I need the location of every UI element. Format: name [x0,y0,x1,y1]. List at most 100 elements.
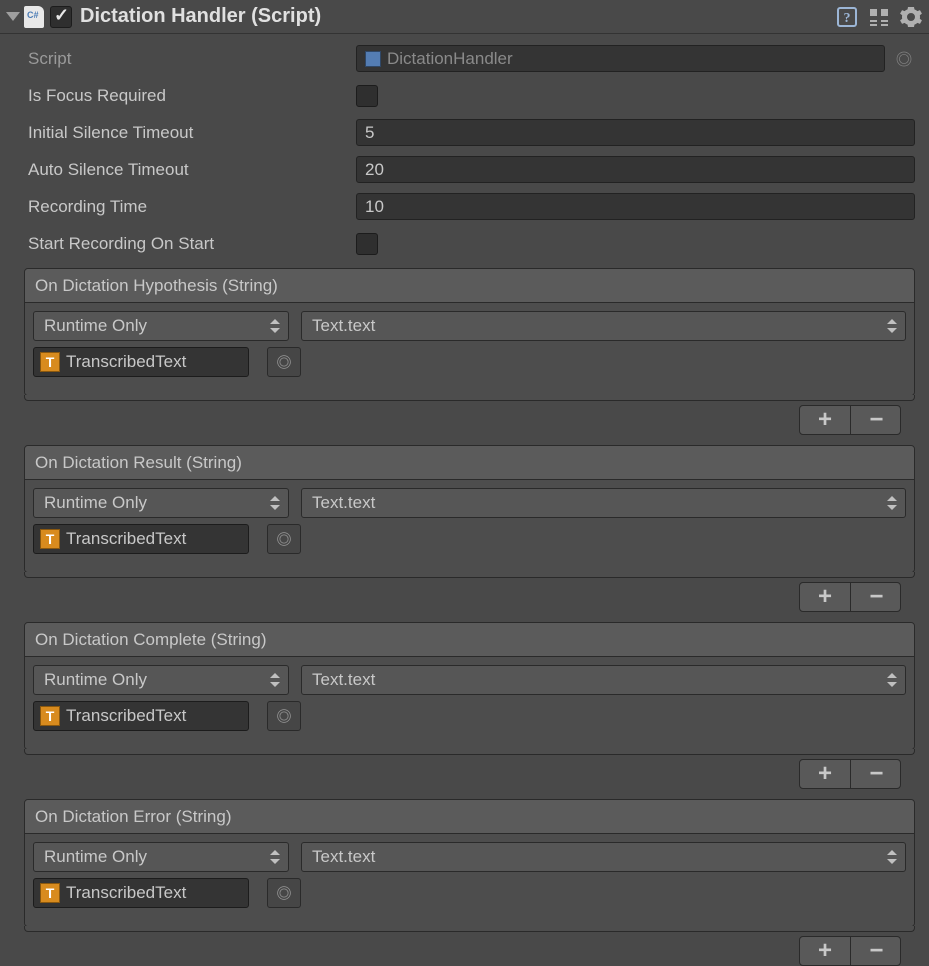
properties: Script DictationHandler Is Focus Require… [0,34,929,264]
target-object-field[interactable]: T TranscribedText [33,347,249,377]
text-component-icon: T [40,883,60,903]
event-header[interactable]: On Dictation Result (String) [25,446,914,480]
object-picker-icon[interactable] [267,878,301,908]
help-icon[interactable]: ? [835,5,859,29]
event-footer: + − [24,582,915,612]
dropdown-arrows-icon [270,496,280,510]
target-object-field[interactable]: T TranscribedText [33,878,249,908]
field-init-silence[interactable]: 5 [356,119,915,146]
event-box: On Dictation Result (String) Runtime Onl… [24,445,915,573]
unity-event: On Dictation Complete (String) Runtime O… [0,618,929,789]
target-object-value: TranscribedText [66,352,242,372]
target-object-value: TranscribedText [66,706,242,726]
component-dictation-handler: Dictation Handler (Script) ? Script Dict… [0,0,929,966]
remove-listener-button[interactable]: − [850,760,900,788]
csharp-mini-icon [365,51,381,67]
field-rec-time[interactable]: 10 [356,193,915,220]
add-listener-button[interactable]: + [800,583,850,611]
target-object-value: TranscribedText [66,529,242,549]
prop-auto-silence-timeout: Auto Silence Timeout 20 [28,151,915,188]
label-start-on-start: Start Recording On Start [28,234,356,254]
text-component-icon: T [40,529,60,549]
prop-script: Script DictationHandler [28,40,915,77]
call-mode-value: Runtime Only [44,670,147,690]
script-value: DictationHandler [387,49,513,69]
event-resize-strip[interactable] [24,572,915,578]
target-object-field[interactable]: T TranscribedText [33,524,249,554]
text-component-icon: T [40,706,60,726]
function-value: Text.text [312,670,375,690]
event-box: On Dictation Complete (String) Runtime O… [24,622,915,750]
foldout-icon[interactable] [6,12,20,21]
dropdown-arrows-icon [887,673,897,687]
dropdown-arrows-icon [887,496,897,510]
function-dropdown[interactable]: Text.text [301,488,906,518]
function-dropdown[interactable]: Text.text [301,665,906,695]
svg-text:?: ? [844,11,851,26]
label-auto-silence: Auto Silence Timeout [28,160,356,180]
remove-listener-button[interactable]: − [850,406,900,434]
event-header[interactable]: On Dictation Complete (String) [25,623,914,657]
csharp-file-icon [24,6,44,28]
object-picker-icon[interactable] [267,524,301,554]
event-resize-strip[interactable] [24,926,915,932]
dropdown-arrows-icon [887,850,897,864]
dropdown-arrows-icon [270,673,280,687]
unity-event: On Dictation Hypothesis (String) Runtime… [0,264,929,435]
unity-event: On Dictation Error (String) Runtime Only… [0,795,929,966]
function-dropdown[interactable]: Text.text [301,842,906,872]
prop-start-recording-on-start: Start Recording On Start [28,225,915,262]
field-auto-silence[interactable]: 20 [356,156,915,183]
checkbox-is-focus[interactable] [356,85,378,107]
event-body: Runtime Only Text.text T TranscribedText [25,303,914,395]
event-footer: + − [24,405,915,435]
add-listener-button[interactable]: + [800,406,850,434]
event-title: On Dictation Result (String) [35,453,242,473]
object-picker-icon[interactable] [267,347,301,377]
checkbox-start-on-start[interactable] [356,233,378,255]
event-body: Runtime Only Text.text T TranscribedText [25,657,914,749]
event-header[interactable]: On Dictation Hypothesis (String) [25,269,914,303]
add-remove-group: + − [799,936,901,966]
call-mode-dropdown[interactable]: Runtime Only [33,842,289,872]
event-resize-strip[interactable] [24,749,915,755]
event-title: On Dictation Error (String) [35,807,232,827]
event-box: On Dictation Hypothesis (String) Runtime… [24,268,915,396]
function-value: Text.text [312,847,375,867]
add-listener-button[interactable]: + [800,760,850,788]
event-resize-strip[interactable] [24,395,915,401]
label-rec-time: Recording Time [28,197,356,217]
label-script: Script [28,49,356,69]
dropdown-arrows-icon [887,319,897,333]
dropdown-arrows-icon [270,319,280,333]
event-footer: + − [24,759,915,789]
call-mode-value: Runtime Only [44,847,147,867]
remove-listener-button[interactable]: − [850,583,900,611]
unity-event: On Dictation Result (String) Runtime Onl… [0,441,929,612]
target-object-value: TranscribedText [66,883,242,903]
target-object-field[interactable]: T TranscribedText [33,701,249,731]
add-remove-group: + − [799,405,901,435]
event-header[interactable]: On Dictation Error (String) [25,800,914,834]
event-box: On Dictation Error (String) Runtime Only… [24,799,915,927]
event-footer: + − [24,936,915,966]
prop-is-focus-required: Is Focus Required [28,77,915,114]
object-picker-icon[interactable] [893,48,915,70]
function-dropdown[interactable]: Text.text [301,311,906,341]
preset-icon[interactable] [867,5,891,29]
field-script: DictationHandler [356,45,885,72]
component-title: Dictation Handler (Script) [80,5,321,28]
label-init-silence: Initial Silence Timeout [28,123,356,143]
component-header[interactable]: Dictation Handler (Script) ? [0,0,929,34]
event-title: On Dictation Hypothesis (String) [35,276,278,296]
call-mode-dropdown[interactable]: Runtime Only [33,311,289,341]
text-component-icon: T [40,352,60,372]
call-mode-value: Runtime Only [44,493,147,513]
component-enabled-checkbox[interactable] [50,6,72,28]
add-listener-button[interactable]: + [800,937,850,965]
remove-listener-button[interactable]: − [850,937,900,965]
call-mode-dropdown[interactable]: Runtime Only [33,665,289,695]
gear-icon[interactable] [899,5,923,29]
call-mode-dropdown[interactable]: Runtime Only [33,488,289,518]
object-picker-icon[interactable] [267,701,301,731]
